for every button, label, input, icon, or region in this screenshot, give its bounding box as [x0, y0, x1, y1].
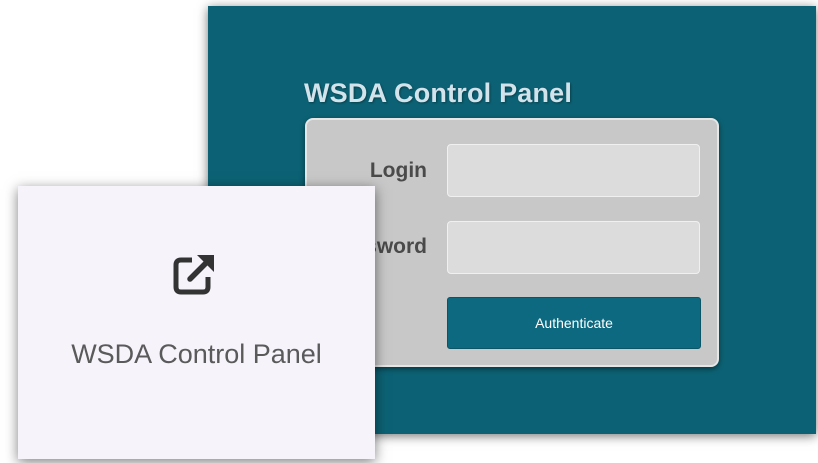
screenshot-stage: WSDA Control Panel Login Password Authen… [0, 0, 818, 463]
login-input[interactable] [447, 144, 700, 197]
external-link-icon [173, 255, 214, 295]
login-label: Login [369, 159, 427, 182]
card-label: WSDA Control Panel [71, 339, 322, 369]
wsda-control-panel-card[interactable]: WSDA Control Panel [18, 186, 375, 459]
login-title: WSDA Control Panel [304, 78, 573, 108]
authenticate-button[interactable]: Authenticate [447, 297, 701, 349]
password-input[interactable] [447, 221, 700, 274]
